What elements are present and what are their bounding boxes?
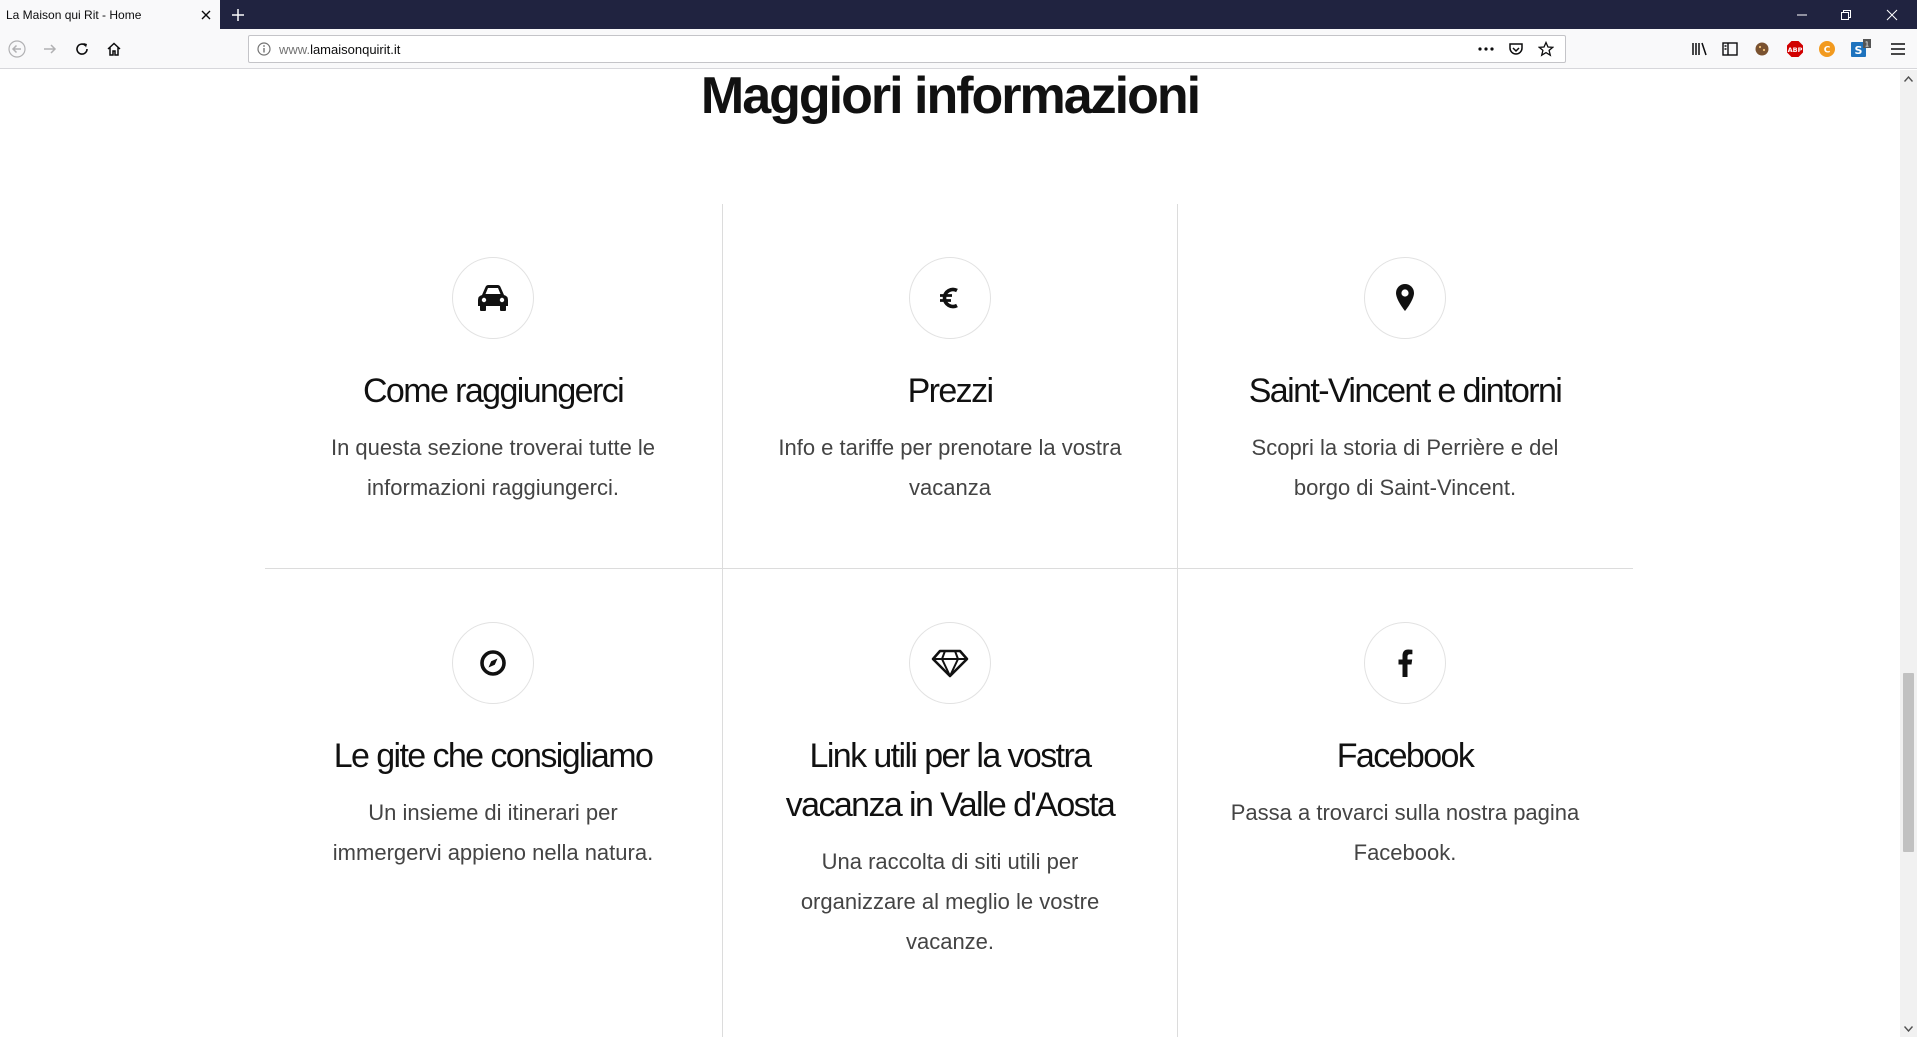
compass-icon — [480, 650, 506, 676]
icon-circle — [452, 622, 534, 704]
card-title: Prezzi — [907, 372, 994, 410]
map-pin-icon — [1396, 284, 1414, 311]
card-description-line: Scopri la storia di Perrière e del — [1251, 435, 1559, 460]
forward-button[interactable] — [36, 35, 64, 63]
site-info-icon[interactable] — [257, 42, 271, 56]
svg-text:ABP: ABP — [1788, 46, 1803, 54]
forward-arrow-icon — [44, 44, 57, 54]
bookmark-star-icon[interactable] — [1533, 37, 1559, 61]
url-bar[interactable]: www.lamaisonquirit.it — [248, 35, 1566, 63]
card-description-line: informazioni raggiungerci. — [367, 475, 619, 500]
extension-badge: 1 — [1865, 41, 1869, 49]
info-card-saint-vincent[interactable]: Saint-Vincent e dintorni Scopri la stori… — [1177, 257, 1633, 508]
home-icon — [107, 42, 121, 56]
back-arrow-icon — [8, 40, 26, 58]
url-text[interactable]: www.lamaisonquirit.it — [279, 42, 1473, 57]
card-description-line: borgo di Saint-Vincent. — [1293, 475, 1517, 500]
close-window-button[interactable] — [1870, 0, 1914, 29]
card-description-line: In questa sezione troverai tutte le — [330, 435, 656, 460]
card-description: Un insieme di itinerari per immergervi a… — [265, 793, 721, 873]
diamond-icon — [931, 649, 969, 678]
facebook-icon — [1398, 649, 1413, 677]
card-description-line: immergervi appieno nella natura. — [332, 840, 654, 865]
card-description-line: Un insieme di itinerari per — [368, 800, 618, 825]
info-card-facebook[interactable]: Facebook Passa a trovarci sulla nostra p… — [1177, 622, 1633, 873]
library-icon[interactable] — [1688, 37, 1712, 61]
euro-icon — [940, 287, 958, 309]
card-title: Facebook — [1336, 737, 1475, 775]
card-description-line: Facebook. — [1353, 840, 1457, 865]
section-title: Maggiori informazioni — [700, 70, 1201, 125]
card-description: Passa a trovarci sulla nostra pagina Fac… — [1177, 793, 1633, 873]
info-card-prezzi[interactable]: Prezzi Info e tariffe per prenotare la v… — [722, 257, 1178, 508]
icon-circle — [1364, 257, 1446, 339]
card-description-line: Passa a trovarci sulla nostra pagina — [1230, 800, 1580, 825]
page-actions-icon[interactable] — [1473, 37, 1499, 61]
scroll-down-arrow-icon[interactable] — [1900, 1020, 1917, 1037]
card-description-line: vacanza — [909, 475, 991, 500]
info-card-gite[interactable]: Le gite che consigliamo Un insieme di it… — [265, 622, 721, 873]
svg-text:C: C — [1824, 46, 1831, 56]
card-title-line: vacanza in Valle d'Aosta — [785, 786, 1116, 824]
navigation-toolbar: www.lamaisonquirit.it ABP C S1 — [0, 29, 1917, 69]
card-description-line: organizzare al meglio le vostre — [800, 889, 1100, 914]
card-description: Info e tariffe per prenotare la vostra v… — [722, 428, 1178, 508]
scroll-up-arrow-icon[interactable] — [1900, 70, 1917, 87]
restore-button[interactable] — [1824, 0, 1868, 29]
info-card-link-utili[interactable]: Link utili per la vostra vacanza in Vall… — [722, 622, 1178, 962]
icon-circle — [452, 257, 534, 339]
page-viewport: Maggiori informazioni Come raggiungerci … — [0, 70, 1900, 1037]
honey-extension-icon[interactable]: C — [1815, 37, 1839, 61]
card-title: Le gite che consigliamo — [333, 737, 654, 775]
reload-button[interactable] — [68, 35, 96, 63]
icon-circle — [909, 622, 991, 704]
card-description: Scopri la storia di Perrière e del borgo… — [1177, 428, 1633, 508]
card-description-line: vacanze. — [905, 929, 995, 954]
adblock-plus-icon[interactable]: ABP — [1783, 37, 1807, 61]
tab-home[interactable]: La Maison qui Rit - Home — [0, 0, 220, 29]
card-description-line: Una raccolta di siti utili per — [821, 849, 1079, 874]
reload-icon — [76, 43, 88, 55]
url-domain-prefix: www. — [279, 41, 311, 57]
home-button[interactable] — [100, 35, 128, 63]
car-icon — [478, 285, 508, 311]
tab-strip: La Maison qui Rit - Home — [0, 0, 1917, 29]
pocket-icon[interactable] — [1503, 37, 1529, 61]
icon-circle — [1364, 622, 1446, 704]
card-title-line: Link utili per la vostra — [809, 737, 1093, 775]
new-tab-button[interactable] — [224, 0, 252, 29]
close-tab-icon[interactable] — [192, 0, 220, 29]
card-description: Una raccolta di siti utili per organizza… — [722, 842, 1178, 962]
grid-divider-horizontal — [265, 568, 1633, 569]
minimize-button[interactable] — [1780, 0, 1824, 29]
scroll-thumb[interactable] — [1903, 673, 1914, 852]
card-description-line: Info e tariffe per prenotare la vostra — [778, 435, 1122, 460]
card-title: Saint-Vincent e dintorni — [1248, 372, 1563, 410]
url-host: lamaisonquirit.it — [310, 41, 401, 57]
info-card-come-raggiungerci[interactable]: Come raggiungerci In questa sezione trov… — [265, 257, 721, 508]
card-title: Link utili per la vostra vacanza in Vall… — [722, 732, 1178, 830]
sidebar-icon[interactable] — [1718, 37, 1742, 61]
cookie-extension-icon[interactable] — [1750, 37, 1774, 61]
tab-title: La Maison qui Rit - Home — [6, 7, 142, 22]
icon-circle — [909, 257, 991, 339]
card-title: Come raggiungerci — [362, 372, 625, 410]
card-description: In questa sezione troverai tutte le info… — [265, 428, 721, 508]
svg-text:S: S — [1855, 44, 1863, 57]
s-extension-icon[interactable]: S1 — [1849, 37, 1873, 61]
vertical-scrollbar[interactable] — [1900, 70, 1917, 1037]
back-button[interactable] — [3, 35, 31, 63]
hamburger-menu-icon[interactable] — [1886, 37, 1910, 61]
